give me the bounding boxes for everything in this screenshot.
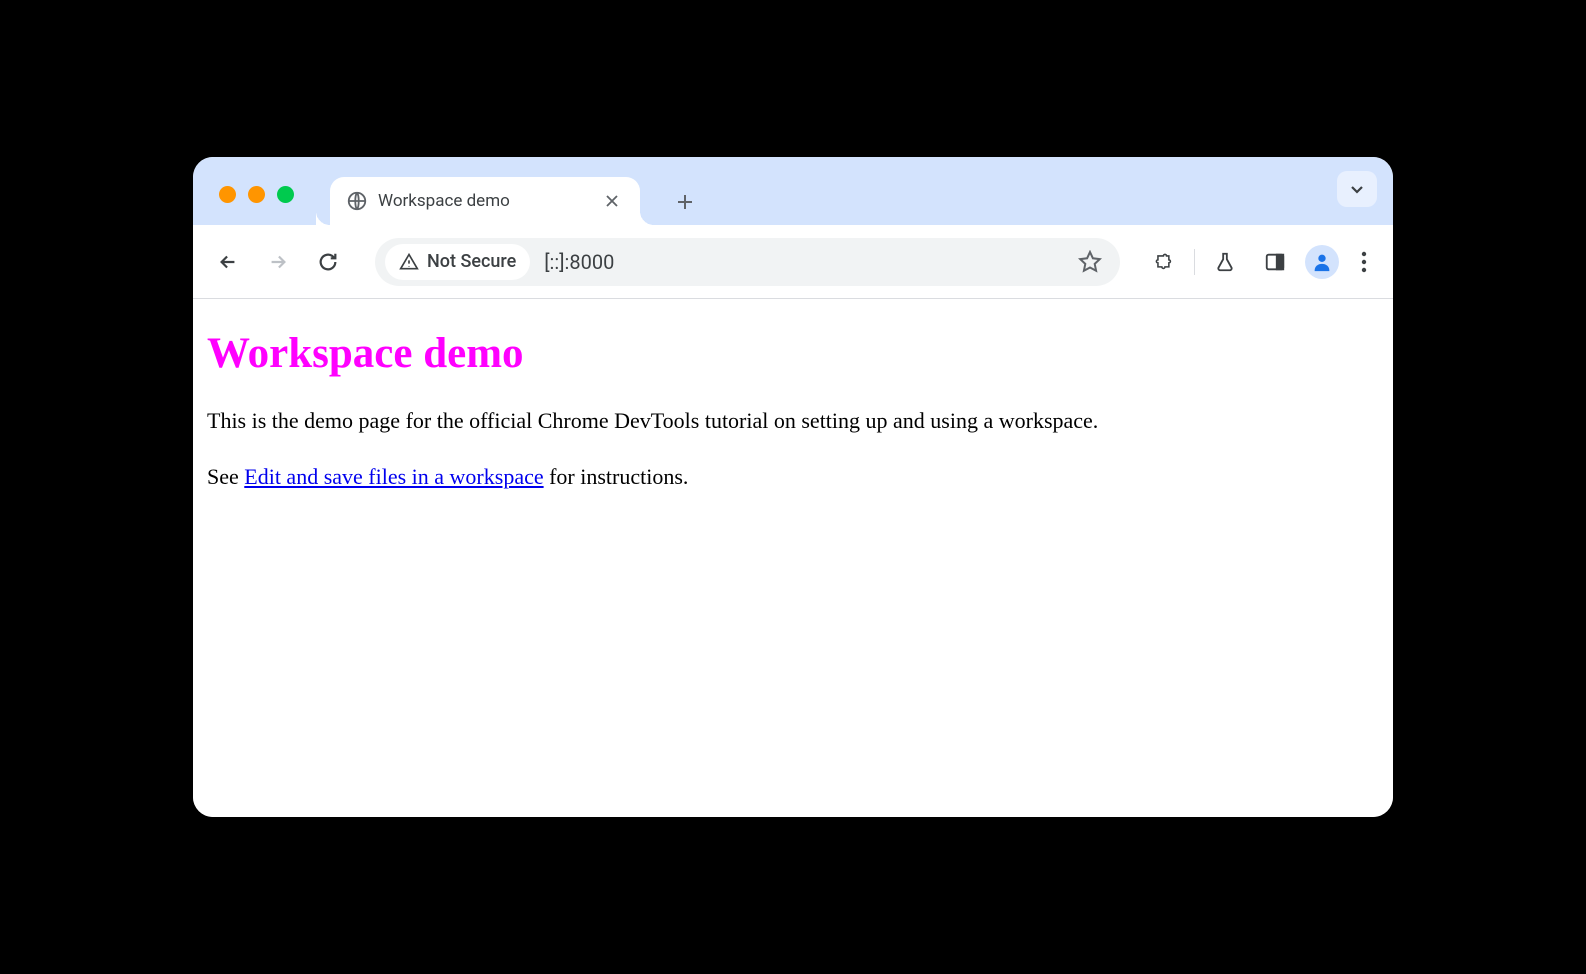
- page-paragraph: This is the demo page for the official C…: [207, 406, 1379, 436]
- security-chip[interactable]: Not Secure: [385, 244, 530, 280]
- page-paragraph: See Edit and save files in a workspace f…: [207, 462, 1379, 492]
- page-heading: Workspace demo: [207, 329, 1379, 378]
- security-label: Not Secure: [427, 251, 516, 272]
- tab-search-button[interactable]: [1337, 171, 1377, 207]
- extensions-button[interactable]: [1144, 242, 1184, 282]
- close-window-button[interactable]: [219, 186, 236, 203]
- minimize-window-button[interactable]: [248, 186, 265, 203]
- address-bar[interactable]: Not Secure [::]:8000: [375, 238, 1120, 286]
- tab-title: Workspace demo: [378, 191, 590, 211]
- side-panel-button[interactable]: [1255, 242, 1295, 282]
- text-prefix: See: [207, 464, 244, 489]
- bookmark-button[interactable]: [1070, 242, 1110, 282]
- labs-button[interactable]: [1205, 242, 1245, 282]
- browser-tab[interactable]: Workspace demo: [330, 177, 640, 225]
- reload-button[interactable]: [307, 241, 349, 283]
- url-text: [::]:8000: [534, 250, 1066, 274]
- profile-button[interactable]: [1305, 245, 1339, 279]
- page-content: Workspace demo This is the demo page for…: [193, 299, 1393, 817]
- window-controls: [205, 186, 308, 225]
- browser-window: Workspace demo: [193, 157, 1393, 817]
- tab-strip: Workspace demo: [193, 157, 1393, 225]
- text-suffix: for instructions.: [544, 464, 689, 489]
- chrome-menu-button[interactable]: [1349, 243, 1379, 281]
- forward-button[interactable]: [257, 241, 299, 283]
- tutorial-link[interactable]: Edit and save files in a workspace: [244, 464, 543, 489]
- toolbar: Not Secure [::]:8000: [193, 225, 1393, 299]
- back-button[interactable]: [207, 241, 249, 283]
- close-tab-button[interactable]: [600, 189, 624, 213]
- globe-icon: [346, 190, 368, 212]
- toolbar-actions: [1138, 242, 1379, 282]
- divider: [1194, 249, 1195, 275]
- warning-icon: [399, 252, 419, 272]
- maximize-window-button[interactable]: [277, 186, 294, 203]
